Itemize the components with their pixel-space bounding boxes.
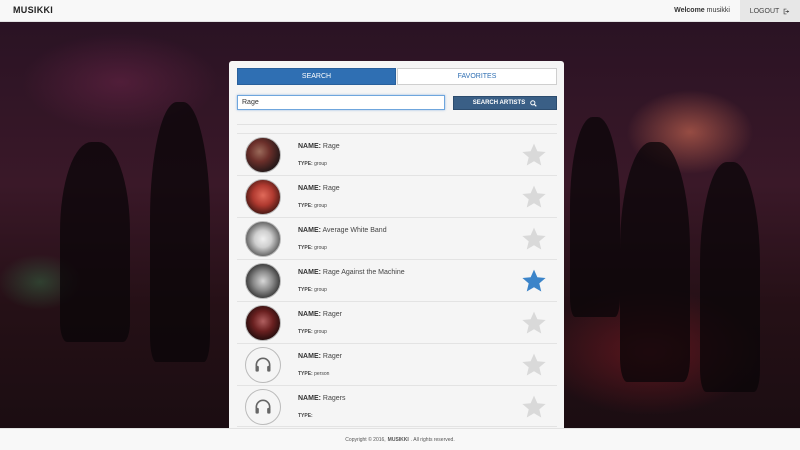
artist-name: Rage xyxy=(322,143,340,150)
navbar: MUSIKKI Welcome musikki LOGOUT xyxy=(0,0,800,22)
artist-avatar xyxy=(245,263,281,299)
name-label: NAME: xyxy=(298,227,321,234)
artist-name: Average White Band xyxy=(322,227,387,234)
welcome-text: Welcome musikki xyxy=(674,7,730,14)
brand-logo[interactable]: MUSIKKI xyxy=(13,5,53,15)
name-label: NAME: xyxy=(298,311,321,318)
username: musikki xyxy=(706,7,730,14)
type-label: TYPE: xyxy=(298,371,313,377)
footer: Copyright © 2016, MUSIKKI . All rights r… xyxy=(0,428,800,450)
name-label: NAME: xyxy=(298,395,321,402)
star-icon[interactable] xyxy=(521,226,547,252)
tab-search[interactable]: SEARCH xyxy=(237,68,396,85)
artist-name: Rager xyxy=(322,311,342,318)
headphones-icon xyxy=(255,399,271,414)
type-label: TYPE: xyxy=(298,413,313,419)
artist-name: Rage Against the Machine xyxy=(322,269,405,276)
type-label: TYPE: xyxy=(298,245,313,251)
headphones-icon xyxy=(255,357,271,372)
artist-type: group xyxy=(314,161,327,167)
search-icon xyxy=(530,99,537,107)
logout-icon xyxy=(783,8,790,14)
artist-avatar-placeholder xyxy=(245,347,281,383)
footer-brand: MUSIKKI xyxy=(387,436,409,443)
list-item[interactable]: NAME: Rage TYPE: group xyxy=(237,175,557,217)
artist-type: group xyxy=(314,329,327,335)
logout-label: LOGOUT xyxy=(749,7,780,15)
search-input[interactable] xyxy=(237,95,445,110)
list-item[interactable]: NAME: Ragers TYPE: xyxy=(237,385,557,427)
artist-name: Rage xyxy=(322,185,340,192)
artist-type: group xyxy=(314,203,327,209)
footer-suffix: . All rights reserved. xyxy=(410,436,455,443)
artist-name: Rager xyxy=(322,353,342,360)
artist-type: group xyxy=(314,245,327,251)
artist-type: group xyxy=(314,287,327,293)
star-icon-active[interactable] xyxy=(521,268,547,294)
list-item[interactable]: NAME: Rager TYPE: group xyxy=(237,301,557,343)
name-label: NAME: xyxy=(298,269,321,276)
artist-name: Ragers xyxy=(322,395,346,402)
artist-type: person xyxy=(314,371,330,377)
name-label: NAME: xyxy=(298,353,321,360)
artist-avatar xyxy=(245,137,281,173)
name-label: NAME: xyxy=(298,143,321,150)
list-item[interactable]: NAME: Rage Against the Machine TYPE: gro… xyxy=(237,259,557,301)
artist-avatar xyxy=(245,179,281,215)
type-label: TYPE: xyxy=(298,203,313,209)
welcome-label: Welcome xyxy=(674,7,705,14)
type-label: TYPE: xyxy=(298,287,313,293)
divider xyxy=(237,124,557,125)
type-label: TYPE: xyxy=(298,161,313,167)
results-list: NAME: Rage TYPE: group NAME: Rage TYPE: … xyxy=(237,133,557,427)
type-label: TYPE: xyxy=(298,329,313,335)
star-icon[interactable] xyxy=(521,184,547,210)
artist-avatar xyxy=(245,221,281,257)
search-artists-button[interactable]: SEARCH ARTISTS xyxy=(453,96,557,110)
search-button-label: SEARCH ARTISTS xyxy=(472,100,526,106)
star-icon[interactable] xyxy=(521,142,547,168)
name-label: NAME: xyxy=(298,185,321,192)
star-icon[interactable] xyxy=(521,352,547,378)
footer-prefix: Copyright © 2016, xyxy=(345,436,386,443)
artist-avatar xyxy=(245,305,281,341)
list-item[interactable]: NAME: Average White Band TYPE: group xyxy=(237,217,557,259)
artist-avatar-placeholder xyxy=(245,389,281,425)
list-item[interactable]: NAME: Rage TYPE: group xyxy=(237,133,557,175)
search-panel: SEARCH FAVORITES SEARCH ARTISTS NAME: Ra… xyxy=(229,61,564,428)
logout-button[interactable]: LOGOUT xyxy=(740,0,800,22)
star-icon[interactable] xyxy=(521,394,547,420)
star-icon[interactable] xyxy=(521,310,547,336)
list-item[interactable]: NAME: Rager TYPE: person xyxy=(237,343,557,385)
tab-favorites[interactable]: FAVORITES xyxy=(397,68,557,85)
